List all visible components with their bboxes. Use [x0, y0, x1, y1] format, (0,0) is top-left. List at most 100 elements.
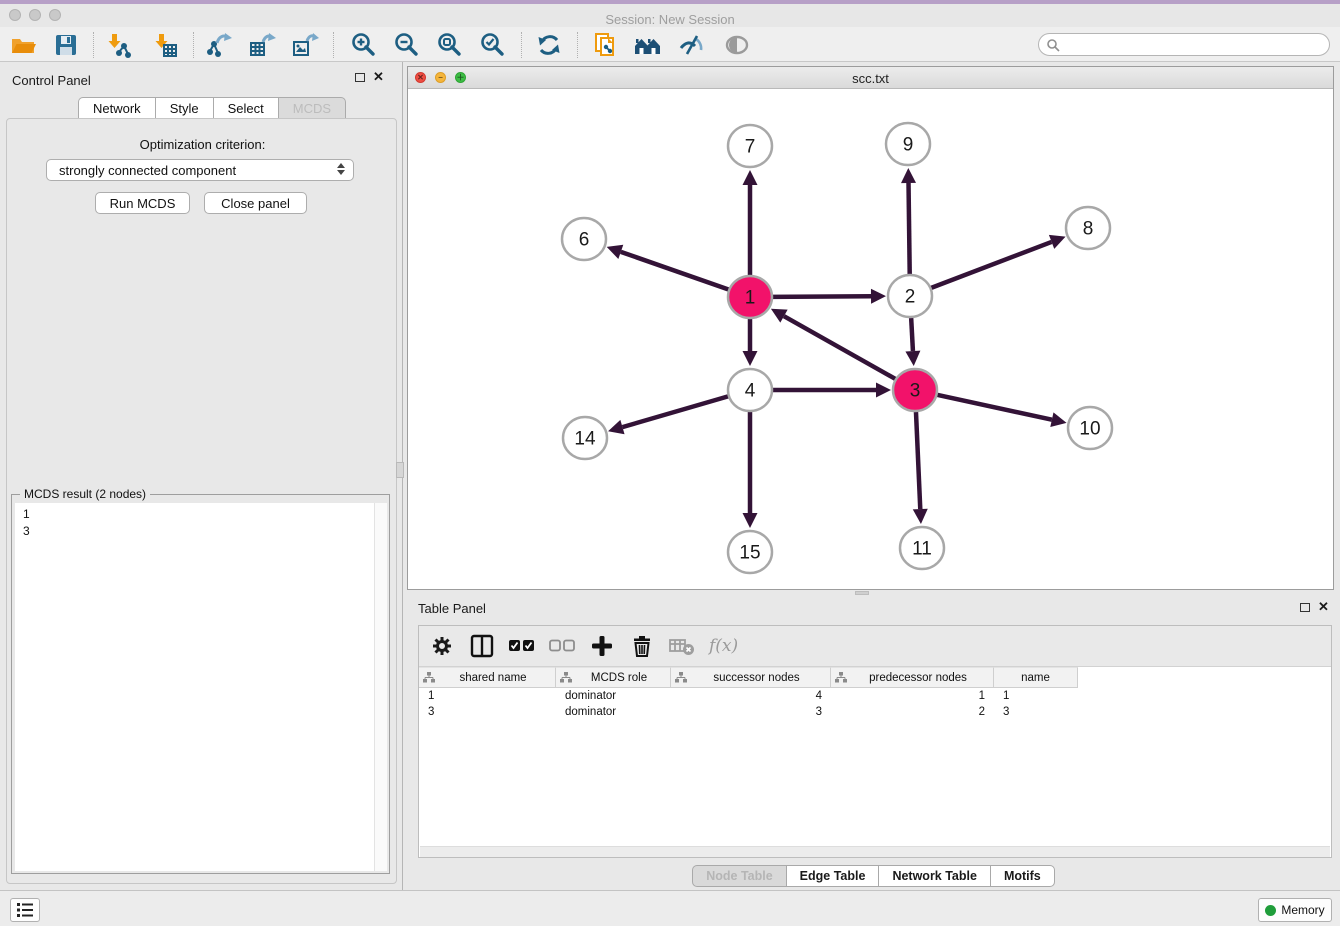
- edge-3-1[interactable]: [784, 316, 896, 379]
- tab-mcds[interactable]: MCDS: [278, 97, 346, 119]
- table-cell[interactable]: 1: [831, 688, 994, 704]
- column-layout-button[interactable]: [469, 632, 495, 660]
- column-header-name[interactable]: name: [994, 667, 1078, 688]
- column-header-predecessor-nodes[interactable]: predecessor nodes: [831, 667, 994, 688]
- show-details-button[interactable]: [720, 31, 754, 59]
- hide-details-button[interactable]: [675, 31, 709, 59]
- export-table-button[interactable]: [245, 31, 279, 59]
- edge-3-11[interactable]: [916, 412, 920, 509]
- toolbar-separator: [193, 32, 194, 58]
- table-settings-button[interactable]: [429, 632, 455, 660]
- edge-2-8[interactable]: [931, 242, 1052, 288]
- edge-arrowhead: [901, 168, 916, 183]
- network-window-titlebar[interactable]: ✕ − ＋ scc.txt: [408, 67, 1333, 89]
- float-table-panel-icon[interactable]: [1300, 603, 1310, 612]
- import-table-button[interactable]: [148, 31, 182, 59]
- task-history-button[interactable]: [10, 898, 40, 922]
- zoom-in-button[interactable]: [346, 31, 380, 59]
- edge-1-6[interactable]: [621, 252, 729, 290]
- edge-4-14[interactable]: [622, 396, 728, 427]
- tab-motifs[interactable]: Motifs: [990, 865, 1055, 887]
- clone-network-icon: [591, 31, 619, 59]
- edge-2-9[interactable]: [909, 183, 910, 274]
- zoom-out-button[interactable]: [389, 31, 423, 59]
- mcds-result-item[interactable]: 3: [15, 523, 387, 540]
- refresh-icon: [535, 31, 563, 59]
- vertical-splitter-handle[interactable]: [396, 462, 404, 478]
- table-row[interactable]: 1dominator411: [419, 688, 1331, 704]
- tab-style[interactable]: Style: [155, 97, 213, 119]
- export-image-button[interactable]: [288, 31, 322, 59]
- status-bar: Memory: [0, 890, 1340, 926]
- column-header-label: shared name: [435, 672, 551, 684]
- control-panel: Control Panel ✕ NetworkStyleSelectMCDS O…: [0, 62, 403, 890]
- control-panel-tabs: NetworkStyleSelectMCDS: [78, 97, 346, 119]
- mcds-result-item[interactable]: 1: [15, 506, 387, 523]
- memory-label: Memory: [1281, 903, 1324, 917]
- node-label-3: 3: [910, 381, 921, 402]
- column-header-MCDS-role[interactable]: MCDS role: [556, 667, 671, 688]
- node-label-7: 7: [745, 137, 756, 158]
- table-hscroll-area[interactable]: [420, 846, 1330, 857]
- column-header-label: name: [998, 672, 1073, 684]
- plus-icon: [591, 635, 613, 657]
- tab-select[interactable]: Select: [213, 97, 278, 119]
- delete-column-button[interactable]: [629, 632, 655, 660]
- toolbar-separator: [333, 32, 334, 58]
- edge-arrowhead: [913, 509, 928, 524]
- mcds-result-fieldset: MCDS result (2 nodes) 13: [11, 494, 390, 874]
- save-session-button[interactable]: [49, 31, 83, 59]
- mcds-panel: Optimization criterion: strongly connect…: [6, 118, 397, 884]
- zoom-selected-button[interactable]: [475, 31, 509, 59]
- horizontal-splitter-handle[interactable]: [855, 591, 869, 595]
- run-mcds-button[interactable]: Run MCDS: [95, 192, 190, 214]
- table-cell[interactable]: 1: [994, 688, 1078, 704]
- select-all-columns-button[interactable]: [509, 632, 535, 660]
- list-icon: [16, 902, 34, 918]
- deselect-all-columns-button[interactable]: [549, 632, 575, 660]
- result-scrollbar[interactable]: [374, 503, 387, 871]
- memory-status-icon: [1265, 905, 1276, 916]
- add-column-button[interactable]: [589, 632, 615, 660]
- tab-network[interactable]: Network: [78, 97, 155, 119]
- search-field[interactable]: [1038, 33, 1330, 56]
- table-cell[interactable]: 3: [994, 704, 1078, 720]
- edge-arrowhead: [743, 351, 758, 366]
- criterion-select[interactable]: strongly connected component: [46, 159, 354, 181]
- table-cell[interactable]: dominator: [556, 688, 671, 704]
- table-cell[interactable]: 2: [831, 704, 994, 720]
- table-cell[interactable]: 1: [419, 688, 556, 704]
- criterion-value: strongly connected component: [59, 163, 236, 178]
- zoom-fit-button[interactable]: [432, 31, 466, 59]
- close-panel-button[interactable]: Close panel: [204, 192, 307, 214]
- memory-button[interactable]: Memory: [1258, 898, 1332, 922]
- open-session-button[interactable]: [6, 31, 40, 59]
- graph-canvas[interactable]: 1234678910111415: [408, 89, 1333, 590]
- close-panel-icon[interactable]: ✕: [373, 72, 384, 82]
- tab-network-table[interactable]: Network Table: [878, 865, 990, 887]
- table-row[interactable]: 3dominator323: [419, 704, 1331, 720]
- table-body: 1dominator4113dominator323: [419, 688, 1331, 720]
- table-cell[interactable]: 3: [671, 704, 831, 720]
- home-view-button[interactable]: [631, 31, 665, 59]
- mcds-result-list[interactable]: 13: [15, 503, 387, 871]
- search-input[interactable]: [1060, 38, 1310, 52]
- edge-3-10[interactable]: [936, 395, 1051, 420]
- refresh-layout-button[interactable]: [532, 31, 566, 59]
- column-header-successor-nodes[interactable]: successor nodes: [671, 667, 831, 688]
- zoom-out-icon: [392, 31, 420, 59]
- table-cell[interactable]: 3: [419, 704, 556, 720]
- table-cell[interactable]: dominator: [556, 704, 671, 720]
- delete-table-button-disabled: [669, 632, 695, 660]
- export-network-button[interactable]: [202, 31, 236, 59]
- clone-network-button[interactable]: [588, 31, 622, 59]
- table-cell[interactable]: 4: [671, 688, 831, 704]
- tab-edge-table[interactable]: Edge Table: [786, 865, 879, 887]
- float-panel-icon[interactable]: [355, 73, 365, 82]
- close-table-panel-icon[interactable]: ✕: [1318, 602, 1329, 612]
- column-header-shared-name[interactable]: shared name: [419, 667, 556, 688]
- edge-2-3[interactable]: [911, 318, 913, 351]
- edge-1-2[interactable]: [772, 296, 871, 297]
- import-network-button[interactable]: [101, 31, 135, 59]
- tab-node-table[interactable]: Node Table: [692, 865, 785, 887]
